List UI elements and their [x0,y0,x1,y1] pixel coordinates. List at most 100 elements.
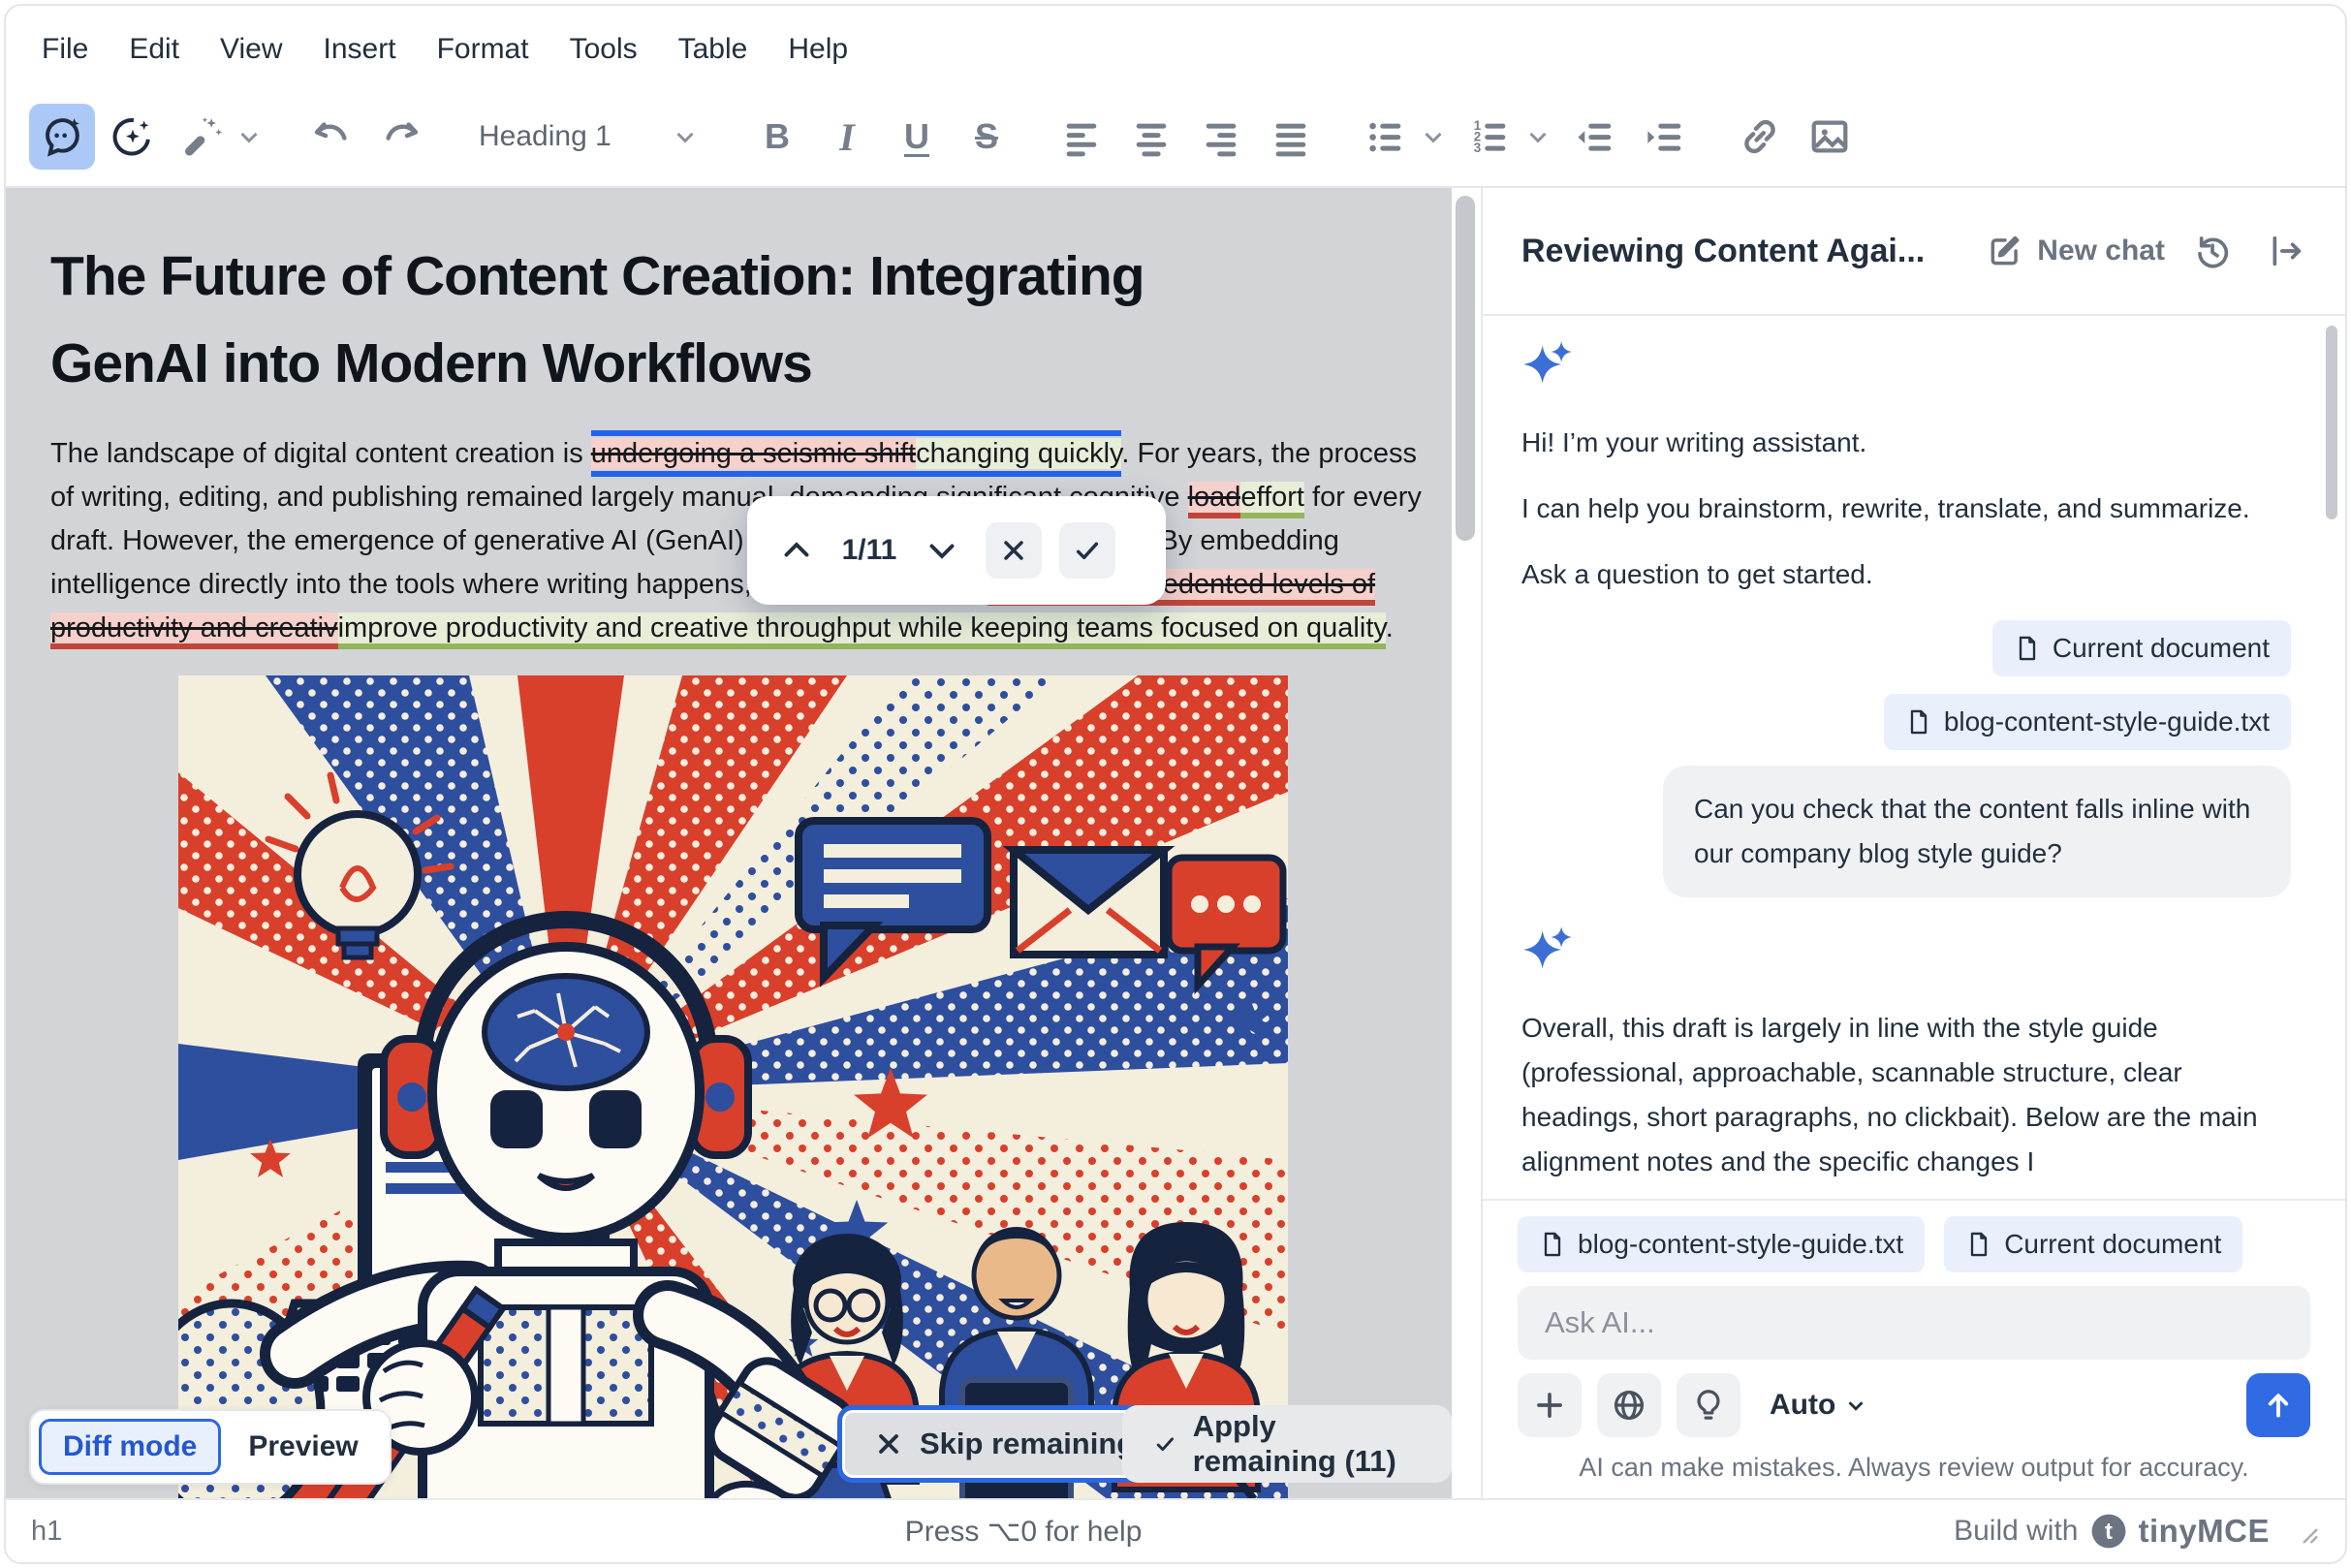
chevron-down-icon [1843,1393,1868,1418]
ai-disclaimer: AI can make mistakes. Always review outp… [1518,1451,2310,1489]
collapse-sidebar-button[interactable] [2260,225,2312,277]
skip-remaining-button[interactable]: Skip remaining [837,1405,1171,1483]
document-icon [1965,1231,1992,1258]
outdent-button[interactable] [1562,104,1628,170]
diff-insertion[interactable]: effort [1240,482,1304,518]
ai-sparkle-icon [1521,925,1572,975]
context-chip-style-guide[interactable]: blog-content-style-guide.txt [1884,694,2291,750]
diff-navigation-popup: 1/11 [747,496,1166,605]
align-center-icon [1129,114,1174,159]
menu-edit[interactable]: Edit [109,23,200,76]
brand-attribution[interactable]: Build with t tinyMCE [1954,1513,2320,1550]
diff-insertion[interactable]: improve productivity and creative throug… [338,612,1386,649]
underline-button[interactable]: U [884,104,950,170]
menu-help[interactable]: Help [768,23,868,76]
next-change-button[interactable] [916,524,968,577]
check-icon [1072,535,1103,566]
user-message-text: Can you check that the content falls inl… [1694,794,2250,868]
menu-tools[interactable]: Tools [549,23,658,76]
insert-image-button[interactable] [1797,104,1863,170]
align-justify-icon [1269,114,1313,159]
web-search-button[interactable] [1597,1373,1661,1437]
document-icon [2014,635,2041,662]
new-chat-label: New chat [2037,235,2165,267]
chevron-down-icon[interactable] [1419,122,1448,151]
chat-scrollbar-thumb[interactable] [2326,326,2337,519]
diff-mode-button[interactable]: Diff mode [39,1419,221,1475]
align-justify-button[interactable] [1258,104,1324,170]
accept-change-button[interactable] [1059,522,1115,579]
editor-scrollbar-thumb[interactable] [1456,196,1475,541]
context-chip-current-document[interactable]: Current document [1992,620,2291,676]
attach-button[interactable] [1518,1373,1582,1437]
text-run: The landscape of digital content creatio… [50,438,591,469]
chat-scroll-area[interactable]: Hi! I’m your writing assistant. I can he… [1483,316,2345,1199]
brand-prefix: Build with [1954,1515,2078,1548]
document-paragraph: The landscape of digital content creatio… [50,432,1423,650]
numbered-list-button[interactable]: 123 [1458,104,1523,170]
ai-assistant-button[interactable] [29,104,95,170]
numbered-list-icon: 123 [1468,114,1513,159]
editor-canvas[interactable]: The Future of Content Creation: Integrat… [6,188,1452,1498]
text-run: . [1386,612,1394,643]
element-path[interactable]: h1 [31,1516,62,1548]
menu-insert[interactable]: Insert [303,23,417,76]
diff-deletion[interactable]: undergoing a seismic shift [591,438,916,469]
diff-insertion[interactable]: changing quickly [916,438,1121,469]
user-message: Can you check that the content falls inl… [1663,766,2291,897]
new-chat-button[interactable]: New chat [1987,233,2165,269]
insert-link-button[interactable] [1727,104,1793,170]
chevron-down-icon[interactable] [1523,122,1552,151]
magic-wand-icon [179,114,224,159]
suggestions-button[interactable] [1677,1373,1740,1437]
ai-sparkle-icon [1521,339,1572,390]
redo-button[interactable] [368,104,434,170]
menu-file[interactable]: File [21,23,109,76]
menu-format[interactable]: Format [417,23,549,76]
menu-view[interactable]: View [200,23,302,76]
composer-chip-style-guide[interactable]: blog-content-style-guide.txt [1518,1216,1925,1272]
chevron-down-icon [671,122,700,151]
align-right-button[interactable] [1188,104,1254,170]
model-mode-select[interactable]: Auto [1770,1389,1868,1422]
indent-button[interactable] [1632,104,1698,170]
history-icon [2193,232,2232,270]
context-chip-label: Current document [2053,626,2270,671]
strikethrough-button[interactable]: S [954,104,1019,170]
bullet-list-button[interactable] [1353,104,1419,170]
bold-button[interactable]: B [744,104,810,170]
main-area: The Future of Content Creation: Integrat… [6,188,2345,1498]
bullet-list-icon [1364,114,1408,159]
magic-tools-button[interactable] [169,104,235,170]
editor-scrollbar[interactable] [1452,188,1481,1498]
change-counter: 1/11 [836,534,902,567]
previous-change-button[interactable] [770,524,823,577]
brand-name: tinyMCE [2139,1513,2271,1550]
chat-history-button[interactable] [2186,225,2239,277]
resize-grip-icon[interactable] [2291,1517,2320,1546]
italic-button[interactable]: I [814,104,880,170]
chevron-down-icon[interactable] [235,122,264,151]
lightbulb-icon [1690,1387,1727,1424]
tinymce-editor-window: File Edit View Insert Format Tools Table… [4,4,2347,1564]
diff-change-current[interactable]: undergoing a seismic shiftchanging quick… [591,430,1122,477]
block-format-select[interactable]: Heading 1 [463,104,715,170]
align-left-icon [1059,114,1104,159]
align-center-button[interactable] [1118,104,1184,170]
globe-icon [1611,1387,1647,1424]
composer-chip-current-document[interactable]: Current document [1944,1216,2242,1272]
reject-change-button[interactable] [986,522,1042,579]
undo-button[interactable] [298,104,364,170]
preview-button[interactable]: Preview [225,1419,381,1475]
composer-chip-label: blog-content-style-guide.txt [1578,1229,1903,1260]
diff-deletion[interactable]: load [1188,482,1241,518]
undo-icon [309,114,354,159]
send-button[interactable] [2246,1373,2310,1437]
ask-ai-input[interactable] [1518,1286,2310,1360]
plus-icon [1531,1387,1568,1424]
statusbar: h1 Press ⌥0 for help Build with t tinyMC… [6,1498,2345,1562]
align-left-button[interactable] [1049,104,1114,170]
apply-remaining-button[interactable]: Apply remaining (11) [1122,1405,1452,1483]
menu-table[interactable]: Table [658,23,768,76]
ai-review-changes-button[interactable] [99,104,165,170]
